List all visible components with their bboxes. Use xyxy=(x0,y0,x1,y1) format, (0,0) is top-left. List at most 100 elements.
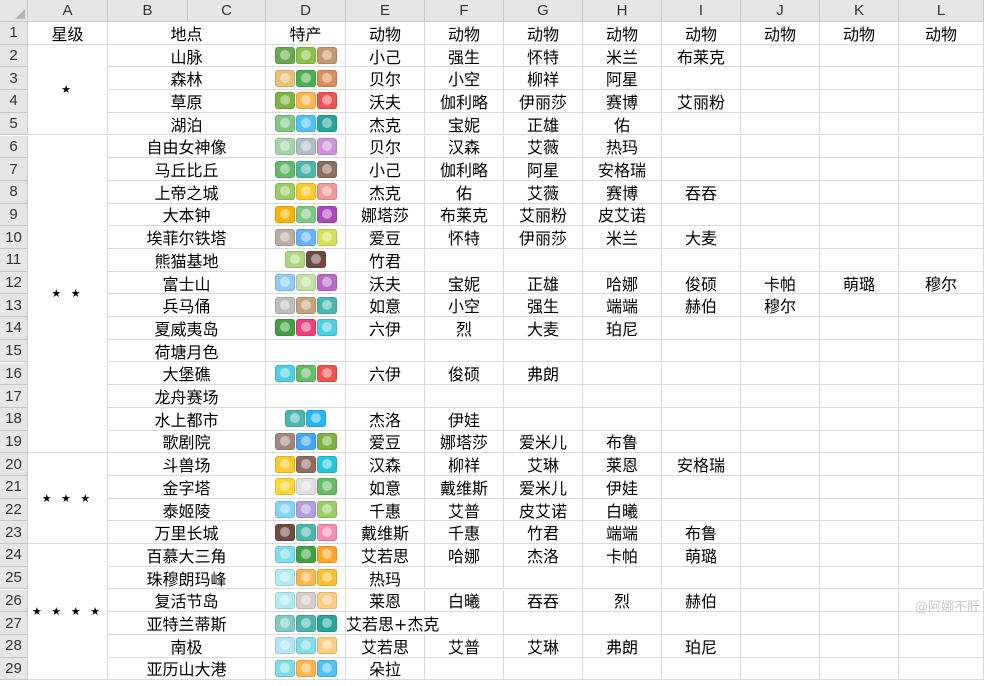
animal-cell[interactable]: 汉森 xyxy=(425,135,504,159)
row-header[interactable]: 10 xyxy=(0,226,28,249)
row-header[interactable]: 16 xyxy=(0,362,28,386)
animal-cell[interactable] xyxy=(662,566,741,590)
animal-cell[interactable] xyxy=(741,135,820,159)
specialty-cell[interactable] xyxy=(266,385,346,408)
animal-cell[interactable]: 竹君 xyxy=(504,521,583,545)
animal-cell[interactable] xyxy=(662,249,741,272)
animal-cell[interactable]: 艾琳 xyxy=(504,634,583,658)
row-header[interactable]: 18 xyxy=(0,407,28,431)
animal-cell[interactable] xyxy=(820,407,899,431)
animal-cell[interactable]: 伽利略 xyxy=(425,158,504,181)
animal-cell[interactable]: 白曦 xyxy=(583,498,662,522)
location-cell[interactable]: 大本钟 xyxy=(108,203,266,227)
column-header-l[interactable]: L xyxy=(899,0,984,22)
row-header[interactable]: 4 xyxy=(0,90,28,113)
animal-cell[interactable]: 米兰 xyxy=(583,226,662,249)
animal-cell[interactable]: 宝妮 xyxy=(425,271,504,295)
animal-cell[interactable] xyxy=(425,385,504,408)
animal-cell[interactable]: 白曦 xyxy=(425,589,504,613)
column-header-h[interactable]: H xyxy=(583,0,662,22)
row-header[interactable]: 17 xyxy=(0,385,28,408)
animal-cell[interactable]: 吞吞 xyxy=(504,589,583,613)
animal-cell[interactable]: 阿星 xyxy=(504,158,583,181)
animal-cell[interactable] xyxy=(820,521,899,545)
animal-cell[interactable]: 俊硕 xyxy=(662,271,741,295)
animal-cell[interactable]: 强生 xyxy=(504,294,583,318)
animal-cell[interactable] xyxy=(741,407,820,431)
animal-cell[interactable] xyxy=(662,407,741,431)
animal-cell[interactable]: 艾若思 xyxy=(346,634,425,658)
animal-cell[interactable] xyxy=(583,407,662,431)
header-specialty[interactable]: 特产 xyxy=(266,22,346,45)
animal-cell[interactable] xyxy=(899,180,984,204)
animal-cell[interactable]: 六伊 xyxy=(346,362,425,386)
header-animal[interactable]: 动物 xyxy=(504,22,583,45)
animal-cell[interactable]: 哈娜 xyxy=(583,271,662,295)
animal-cell[interactable]: 布莱克 xyxy=(425,203,504,227)
animal-cell[interactable] xyxy=(899,339,984,363)
animal-cell[interactable] xyxy=(662,612,741,635)
animal-cell[interactable]: 小己 xyxy=(346,158,425,181)
animal-cell[interactable] xyxy=(741,339,820,363)
column-header-g[interactable]: G xyxy=(504,0,583,22)
specialty-cell[interactable] xyxy=(266,226,346,249)
location-cell[interactable]: 荷塘月色 xyxy=(108,339,266,363)
specialty-cell[interactable] xyxy=(266,589,346,613)
animal-cell[interactable]: 阿星 xyxy=(583,67,662,91)
animal-cell[interactable] xyxy=(820,339,899,363)
column-header-c[interactable]: C xyxy=(188,0,266,22)
animal-cell[interactable]: 安格瑞 xyxy=(583,158,662,181)
specialty-cell[interactable] xyxy=(266,294,346,318)
animal-cell[interactable] xyxy=(504,566,583,590)
animal-cell[interactable] xyxy=(346,339,425,363)
animal-cell[interactable]: 萌璐 xyxy=(662,544,741,567)
animal-cell[interactable]: 烈 xyxy=(425,317,504,340)
animal-cell[interactable]: 穆尔 xyxy=(899,271,984,295)
location-cell[interactable]: 湖泊 xyxy=(108,112,266,136)
animal-cell[interactable] xyxy=(899,498,984,522)
animal-cell[interactable]: 珀尼 xyxy=(662,634,741,658)
animal-cell[interactable]: 伊丽莎 xyxy=(504,90,583,113)
animal-cell[interactable]: 宝妮 xyxy=(425,112,504,136)
animal-cell[interactable] xyxy=(899,112,984,136)
location-cell[interactable]: 歌剧院 xyxy=(108,430,266,454)
animal-cell[interactable] xyxy=(899,453,984,476)
row-header[interactable]: 6 xyxy=(0,135,28,159)
animal-cell[interactable]: 莱恩 xyxy=(346,589,425,613)
animal-cell[interactable] xyxy=(741,476,820,499)
animal-cell[interactable] xyxy=(662,657,741,681)
animal-cell[interactable]: 艾若思 xyxy=(346,544,425,567)
animal-cell[interactable] xyxy=(820,112,899,136)
animal-cell[interactable] xyxy=(820,249,899,272)
animal-cell[interactable] xyxy=(741,180,820,204)
row-header[interactable]: 5 xyxy=(0,112,28,136)
animal-cell[interactable]: 小空 xyxy=(425,67,504,91)
animal-cell[interactable] xyxy=(899,566,984,590)
animal-cell[interactable]: 柳祥 xyxy=(425,453,504,476)
specialty-cell[interactable] xyxy=(266,612,346,635)
specialty-cell[interactable] xyxy=(266,249,346,272)
animal-cell[interactable] xyxy=(820,544,899,567)
animal-cell[interactable]: 布鲁 xyxy=(583,430,662,454)
animal-cell[interactable]: 小己 xyxy=(346,44,425,68)
column-header-k[interactable]: K xyxy=(820,0,899,22)
animal-cell[interactable] xyxy=(820,589,899,613)
row-header[interactable]: 1 xyxy=(0,22,28,45)
animal-cell[interactable]: 俊硕 xyxy=(425,362,504,386)
animal-cell[interactable] xyxy=(899,476,984,499)
star-rating-cell[interactable]: ★ xyxy=(28,44,108,136)
animal-cell[interactable] xyxy=(662,158,741,181)
animal-cell[interactable] xyxy=(899,67,984,91)
row-header[interactable]: 12 xyxy=(0,271,28,295)
location-cell[interactable]: 复活节岛 xyxy=(108,589,266,613)
animal-cell[interactable]: 皮艾诺 xyxy=(583,203,662,227)
animal-cell[interactable] xyxy=(820,498,899,522)
animal-cell[interactable]: 朵拉 xyxy=(346,657,425,681)
animal-cell[interactable]: 佑 xyxy=(425,180,504,204)
animal-cell[interactable] xyxy=(346,385,425,408)
specialty-cell[interactable] xyxy=(266,430,346,454)
location-cell[interactable]: 亚历山大港 xyxy=(108,657,266,681)
animal-cell[interactable] xyxy=(820,566,899,590)
animal-cell[interactable] xyxy=(820,135,899,159)
animal-cell[interactable]: 如意 xyxy=(346,476,425,499)
